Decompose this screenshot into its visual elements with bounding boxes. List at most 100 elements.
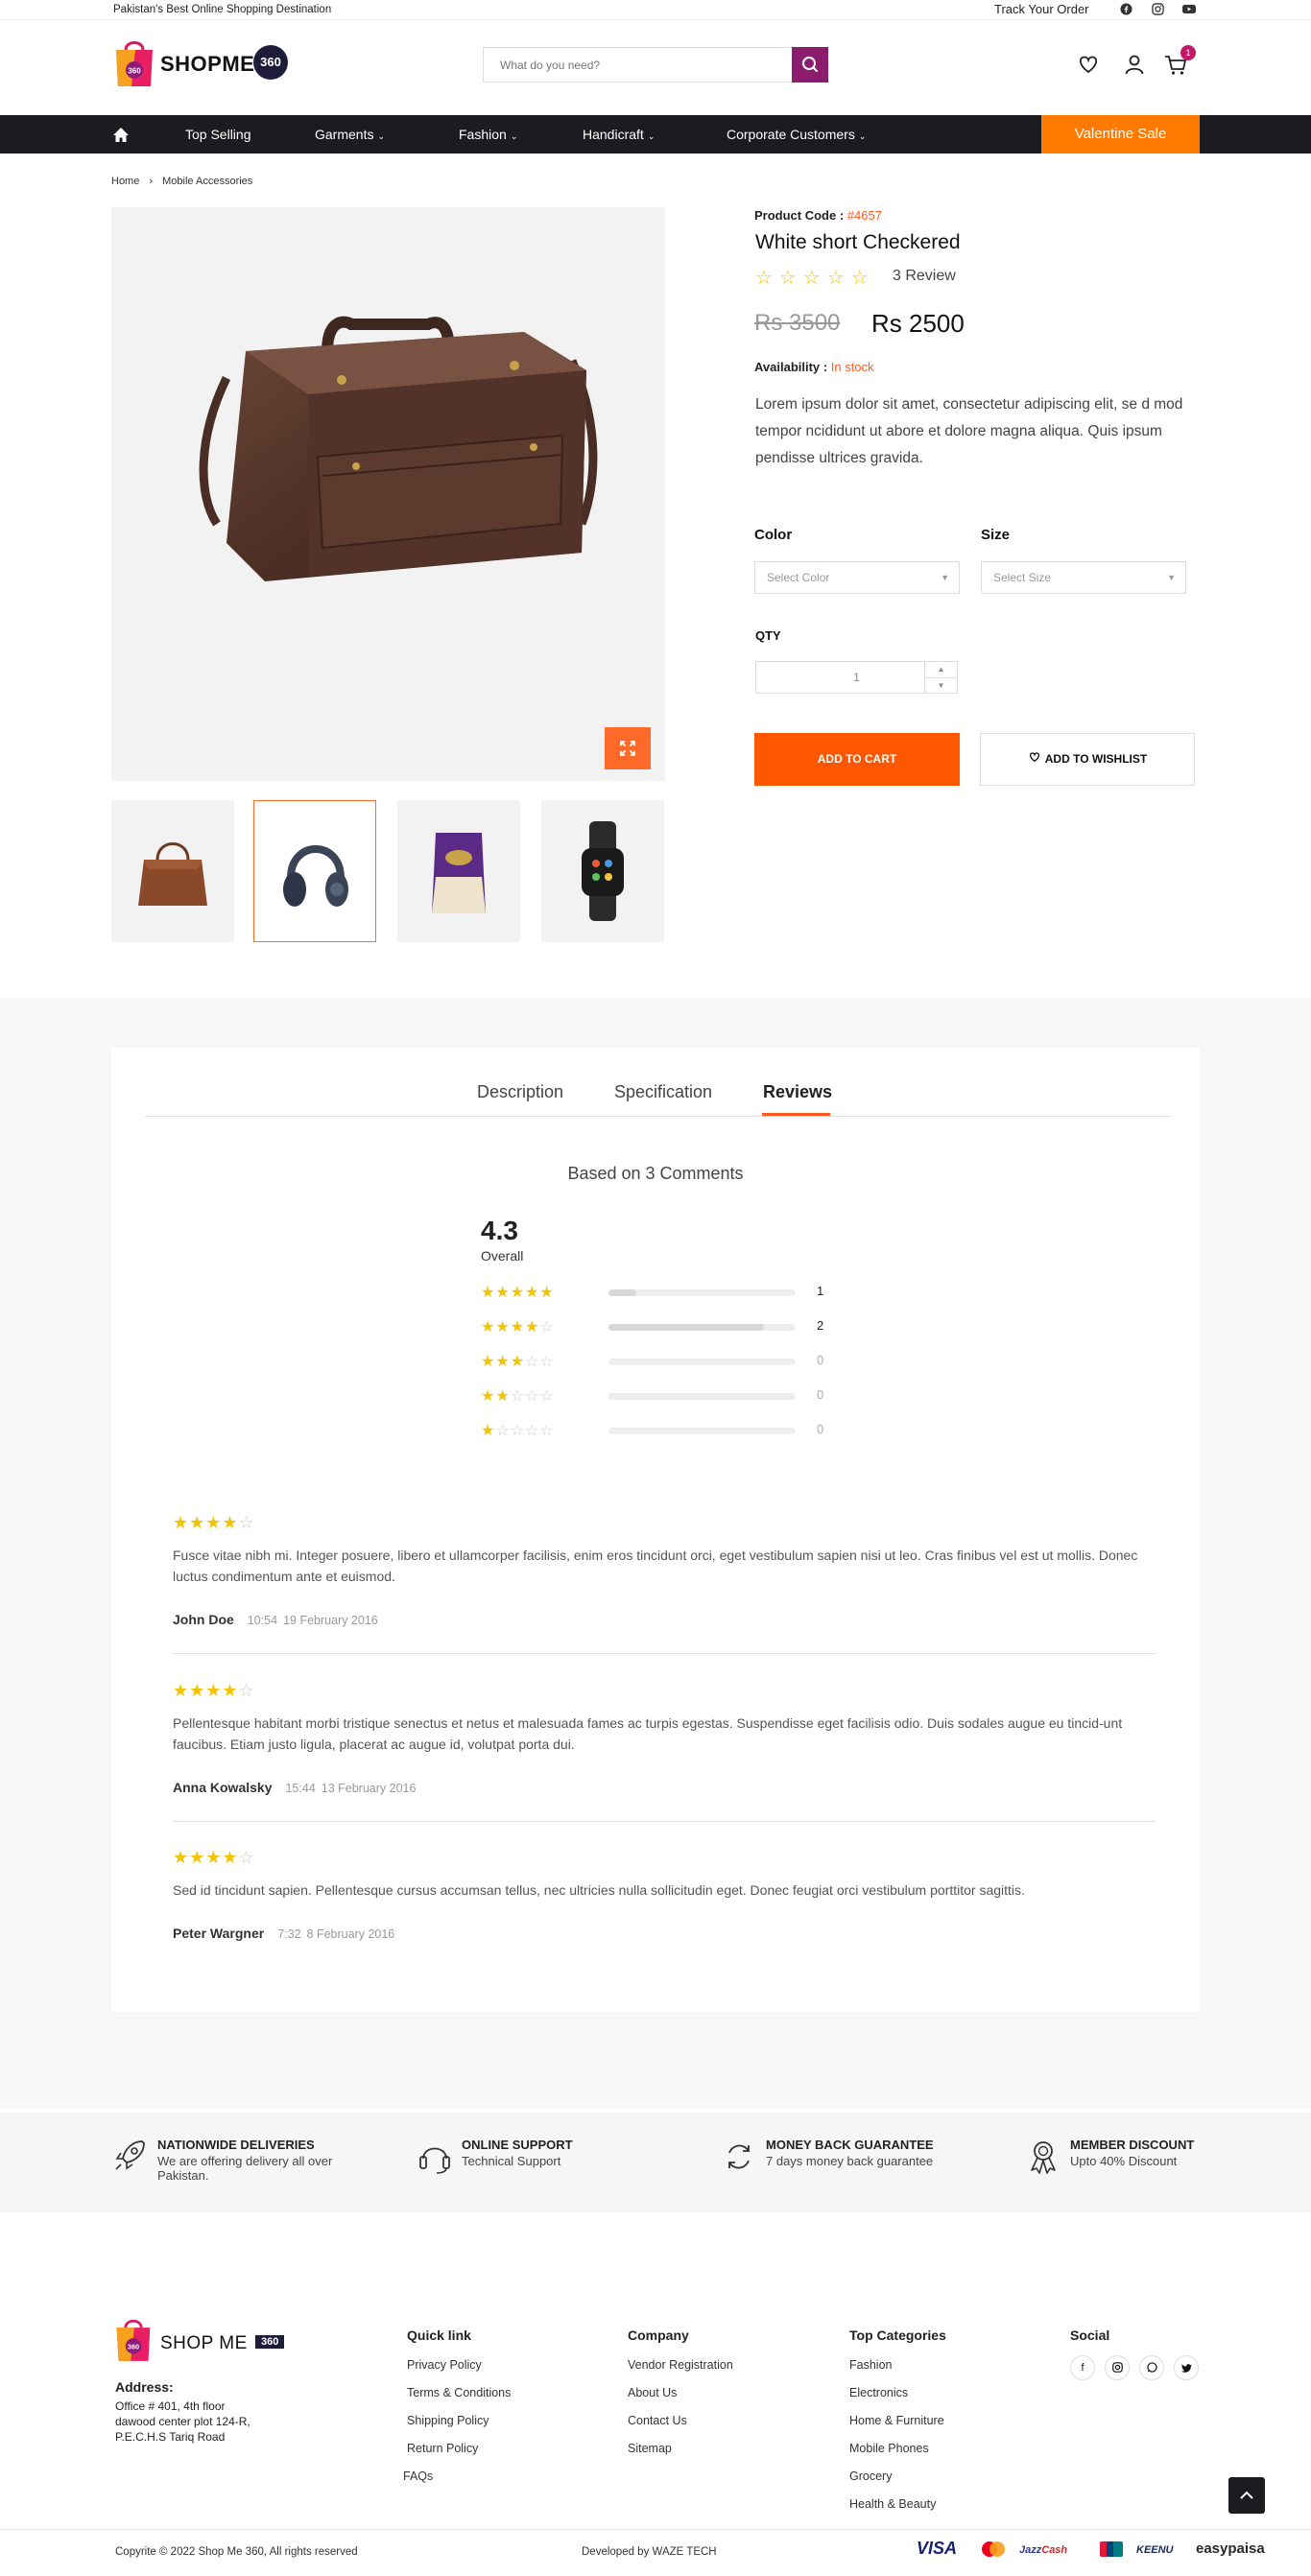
- logo-badge[interactable]: 360: [253, 45, 288, 80]
- tab-description[interactable]: Description: [477, 1082, 563, 1102]
- nav-item-label: Corporate Customers: [727, 127, 855, 142]
- review-stars: ★★★★☆: [173, 1848, 255, 1867]
- rating-row-bar: [608, 1359, 796, 1365]
- review-count[interactable]: 3 Review: [893, 268, 956, 285]
- expand-icon[interactable]: [605, 727, 651, 769]
- footer-link-return-policy[interactable]: Return Policy: [407, 2442, 478, 2455]
- back-to-top-button[interactable]: [1228, 2477, 1265, 2514]
- footer-link-electronics[interactable]: Electronics: [849, 2386, 908, 2399]
- review-date: 13 February 2016: [321, 1782, 417, 1795]
- copyright: Copyrite © 2022 Shop Me 360, All rights …: [115, 2546, 358, 2558]
- track-order-link[interactable]: Track Your Order: [994, 2, 1089, 16]
- footer-link-about-us[interactable]: About Us: [628, 2386, 677, 2399]
- feature-subtitle: Technical Support: [462, 2154, 561, 2168]
- youtube-icon[interactable]: [1182, 3, 1196, 16]
- chevron-down-icon[interactable]: ▼: [925, 678, 957, 694]
- product-code-value: #4657: [846, 208, 882, 223]
- tab-reviews[interactable]: Reviews: [763, 1082, 832, 1102]
- footer-heading-top-categories: Top Categories: [849, 2328, 946, 2343]
- search-input[interactable]: [484, 48, 772, 82]
- facebook-icon[interactable]: f: [1070, 2355, 1095, 2380]
- heart-icon[interactable]: [1076, 52, 1101, 77]
- color-select-value: Select Color: [767, 571, 830, 584]
- nav-item-fashion[interactable]: Fashion ⌄: [459, 115, 517, 154]
- feature-subtitle: Upto 40% Discount: [1070, 2154, 1178, 2168]
- rating-row-bar: [608, 1324, 796, 1331]
- breadcrumb-home[interactable]: Home: [111, 176, 139, 187]
- rating-row-bar: [608, 1289, 796, 1296]
- chevron-down-icon: ⌄: [510, 131, 518, 141]
- nav-item-label: Fashion: [459, 127, 507, 142]
- nav-item-corporate-customers[interactable]: Corporate Customers ⌄: [727, 115, 866, 154]
- mastercard-logo: [979, 2540, 1008, 2563]
- chevron-up-icon[interactable]: ▲: [925, 662, 957, 678]
- feature-subtitle: 7 days money back guarantee: [766, 2154, 934, 2168]
- nav-item-garments[interactable]: Garments ⌄: [315, 115, 385, 154]
- footer-link-contact-us[interactable]: Contact Us: [628, 2414, 687, 2427]
- thumbnail-smartwatch[interactable]: [541, 800, 664, 942]
- instagram-icon[interactable]: [1105, 2355, 1130, 2380]
- facebook-icon[interactable]: [1119, 3, 1132, 16]
- thumbnail-rice-pack[interactable]: [397, 800, 520, 942]
- footer-logo-bag-icon[interactable]: 360: [113, 2315, 154, 2363]
- valentine-sale-button[interactable]: Valentine Sale: [1041, 115, 1200, 154]
- svg-text:360: 360: [128, 67, 141, 76]
- footer-logo-badge: 360: [255, 2335, 285, 2349]
- add-to-cart-button[interactable]: ADD TO CART: [754, 733, 960, 786]
- easypaisa-logo: easypaisa: [1196, 2541, 1265, 2557]
- logo-bag-icon[interactable]: 360: [112, 36, 156, 88]
- nav-item-handicraft[interactable]: Handicraft ⌄: [583, 115, 655, 154]
- footer-link-sitemap[interactable]: Sitemap: [628, 2442, 672, 2455]
- product-code: Product Code : #4657: [754, 208, 882, 223]
- footer-link-health-beauty[interactable]: Health & Beauty: [849, 2497, 936, 2511]
- qty-label: QTY: [755, 628, 781, 643]
- footer-link-shipping-policy[interactable]: Shipping Policy: [407, 2414, 489, 2427]
- nav-item-top-selling[interactable]: Top Selling: [185, 115, 251, 154]
- review-divider: [173, 1653, 1156, 1654]
- instagram-icon[interactable]: [1151, 3, 1164, 16]
- old-price: Rs 3500: [754, 310, 841, 336]
- color-select[interactable]: Select Color ▼: [754, 561, 960, 594]
- rating-row-bar: [608, 1428, 796, 1434]
- footer-link-privacy-policy[interactable]: Privacy Policy: [407, 2358, 482, 2372]
- thumbnail-handbag[interactable]: [111, 800, 234, 942]
- product-main-image[interactable]: [111, 207, 665, 781]
- logo-text[interactable]: SHOPME: [160, 52, 254, 77]
- whatsapp-icon[interactable]: [1139, 2355, 1164, 2380]
- quantity-stepper[interactable]: 1 ▲ ▼: [755, 661, 958, 694]
- address-line: P.E.C.H.S Tariq Road: [115, 2430, 226, 2444]
- tab-specification[interactable]: Specification: [614, 1082, 712, 1102]
- chevron-down-icon: ▼: [941, 573, 949, 582]
- overall-rating-label: Overall: [481, 1248, 524, 1264]
- rating-row-stars: ★★★★☆: [481, 1319, 555, 1335]
- footer-link-grocery[interactable]: Grocery: [849, 2470, 892, 2483]
- rating-row-count: 0: [817, 1422, 824, 1436]
- size-select[interactable]: Select Size ▼: [981, 561, 1186, 594]
- visa-logo: VISA: [917, 2539, 958, 2558]
- feature-title: NATIONWIDE DELIVERIES: [157, 2138, 315, 2152]
- footer-link-vendor-registration[interactable]: Vendor Registration: [628, 2358, 733, 2372]
- review-author: John Doe: [173, 1612, 234, 1627]
- footer-link-home-furniture[interactable]: Home & Furniture: [849, 2414, 944, 2427]
- review-meta: Anna Kowalsky 15:44 13 February 2016: [173, 1780, 1156, 1795]
- add-to-wishlist-button[interactable]: ADD TO WISHLIST: [980, 733, 1195, 786]
- footer-link-fashion[interactable]: Fashion: [849, 2358, 892, 2372]
- thumbnail-headphones[interactable]: [253, 800, 376, 942]
- review-date: 8 February 2016: [306, 1927, 395, 1941]
- footer-logo-text[interactable]: SHOP ME: [160, 2333, 248, 2354]
- breadcrumb: Home › Mobile Accessories: [111, 176, 252, 187]
- footer-link-faqs[interactable]: FAQs: [403, 2470, 433, 2483]
- address-block: Office # 401, 4th floor dawood center pl…: [115, 2399, 307, 2445]
- search-button[interactable]: [792, 47, 828, 83]
- user-icon[interactable]: [1122, 52, 1147, 77]
- footer-link-terms-conditions[interactable]: Terms & Conditions: [407, 2386, 511, 2399]
- home-icon[interactable]: [111, 115, 131, 154]
- main-nav: Top Selling Garments ⌄ Fashion ⌄ Handicraf…: [0, 115, 1311, 154]
- feature-title: ONLINE SUPPORT: [462, 2138, 573, 2152]
- twitter-icon[interactable]: [1174, 2355, 1199, 2380]
- nav-item-label: Handicraft: [583, 127, 644, 142]
- footer-heading-company: Company: [628, 2328, 689, 2343]
- footer-heading-quick-link: Quick link: [407, 2328, 471, 2343]
- footer-link-mobile-phones[interactable]: Mobile Phones: [849, 2442, 929, 2455]
- breadcrumb-current: Mobile Accessories: [162, 176, 253, 187]
